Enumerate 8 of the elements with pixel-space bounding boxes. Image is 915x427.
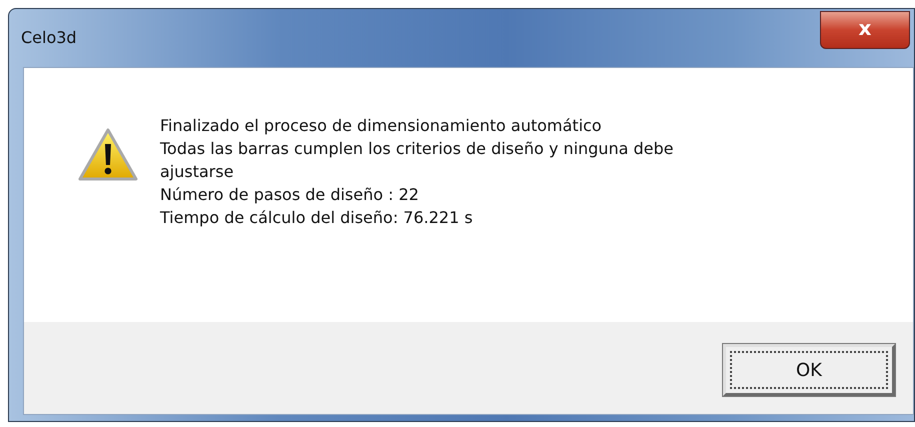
warning-icon — [78, 128, 138, 182]
message-text: Número de pasos de diseño : 22 — [160, 184, 420, 206]
message-text: Tiempo de cálculo del diseño: 76.221 s — [160, 207, 474, 229]
close-button[interactable]: x — [820, 11, 910, 49]
message-text: Finalizado el proceso de dimensionamiento automático — [160, 115, 603, 137]
ok-button[interactable]: OK — [723, 344, 895, 396]
window-title: Celo3d — [21, 28, 77, 47]
message-text: Todas las barras cumplen los criterios de diseño y ninguna debe ajustarse — [160, 138, 674, 183]
